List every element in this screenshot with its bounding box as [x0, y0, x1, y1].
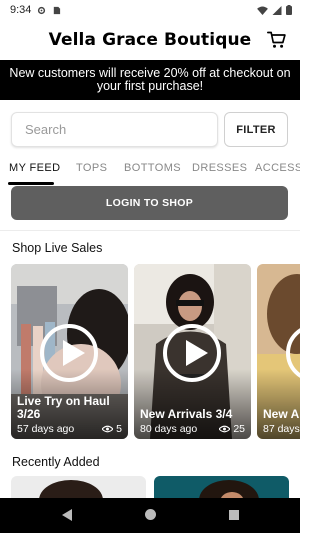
live-sale-card[interactable]: New Arrivals 3/4 80 days ago 25: [134, 264, 251, 439]
live-sales-carousel: Live Try on Haul 3/26 57 days ago 5 New …: [0, 264, 300, 439]
card-meta: 87 days: [263, 423, 300, 435]
play-icon: [163, 324, 221, 382]
recent-item-thumbnail[interactable]: [11, 476, 146, 498]
live-sale-card[interactable]: New Ar 87 days: [257, 264, 300, 439]
active-tab-indicator: [8, 182, 54, 185]
recent-item-image: [154, 476, 289, 498]
recents-icon[interactable]: [229, 510, 239, 520]
card-title: Live Try on Haul 3/26: [17, 394, 110, 421]
status-right: [257, 5, 292, 15]
cart-icon: [267, 31, 286, 48]
card-view-count: 25: [233, 423, 245, 435]
card-age: 80 days ago: [140, 423, 198, 435]
cart-button[interactable]: [266, 29, 288, 51]
promo-text: New customers will receive 20% off at ch…: [9, 66, 291, 93]
status-left: 9:34: [10, 4, 61, 16]
card-view-count: 5: [116, 423, 122, 435]
status-bar: 9:34: [0, 0, 300, 20]
sim-card-icon: [54, 6, 61, 14]
play-icon: [40, 324, 98, 382]
search-box[interactable]: [11, 112, 218, 147]
tab-my-feed[interactable]: MY FEED: [9, 162, 61, 174]
tab-accessories[interactable]: ACCESSO: [255, 162, 300, 174]
recent-item-image: [11, 476, 146, 498]
card-views: 5: [102, 423, 122, 435]
live-sale-card[interactable]: Live Try on Haul 3/26 57 days ago 5: [11, 264, 128, 439]
home-icon[interactable]: [145, 509, 156, 520]
card-meta: 57 days ago 5: [17, 423, 122, 435]
app-header: Vella Grace Boutique: [0, 22, 300, 58]
status-time: 9:34: [10, 4, 32, 16]
recent-item-thumbnail[interactable]: [154, 476, 289, 498]
wifi-icon: [257, 5, 268, 15]
card-views: 25: [219, 423, 245, 435]
system-nav-bar: [0, 498, 300, 533]
filter-button[interactable]: FILTER: [224, 112, 288, 147]
settings-icon: [38, 6, 46, 14]
login-to-shop-button[interactable]: LOGIN TO SHOP: [11, 186, 288, 220]
tab-tops[interactable]: TOPS: [76, 162, 107, 174]
category-tabs: MY FEED TOPS BOTTOMS DRESSES ACCESSO: [0, 156, 300, 186]
live-sales-title: Shop Live Sales: [12, 241, 103, 255]
app-title: Vella Grace Boutique: [48, 30, 252, 50]
card-title: New Arrivals 3/4: [140, 407, 233, 421]
recently-added-title: Recently Added: [12, 455, 100, 469]
signal-icon: [272, 5, 282, 15]
back-icon[interactable]: [62, 509, 72, 521]
tab-dresses[interactable]: DRESSES: [192, 162, 247, 174]
card-age: 87 days: [263, 423, 300, 435]
search-input[interactable]: [25, 122, 217, 137]
eye-icon: [219, 425, 231, 433]
card-title: New Ar: [263, 407, 300, 421]
battery-icon: [286, 5, 292, 15]
tab-bottoms[interactable]: BOTTOMS: [124, 162, 181, 174]
eye-icon: [102, 425, 114, 433]
card-meta: 80 days ago 25: [140, 423, 245, 435]
card-age: 57 days ago: [17, 423, 75, 435]
section-divider: [0, 230, 300, 231]
promo-banner: New customers will receive 20% off at ch…: [0, 60, 300, 100]
